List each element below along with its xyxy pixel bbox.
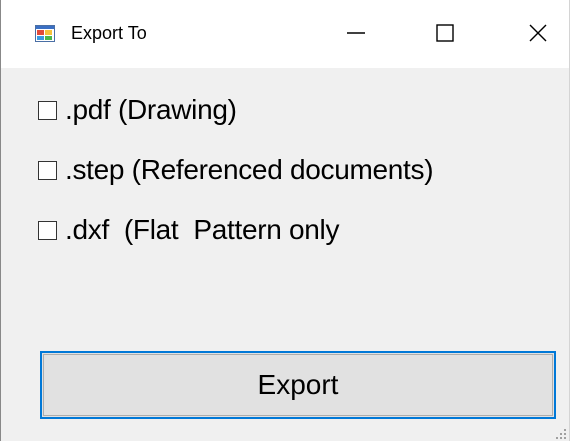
checkbox-dxf-box[interactable] xyxy=(38,220,57,240)
close-icon xyxy=(527,22,549,44)
checkbox-dxf-flat-pattern[interactable]: .dxf (Flat Pattern only xyxy=(38,212,339,248)
checkbox-step-label[interactable]: .step (Referenced documents) xyxy=(65,153,434,187)
checkbox-pdf-drawing[interactable]: .pdf (Drawing) xyxy=(38,92,237,128)
checkbox-dxf-label[interactable]: .dxf (Flat Pattern only xyxy=(65,213,339,247)
checkbox-pdf-label[interactable]: .pdf (Drawing) xyxy=(65,93,237,127)
window-title: Export To xyxy=(71,23,147,43)
minimize-icon xyxy=(345,22,367,44)
close-button[interactable] xyxy=(515,12,561,54)
export-button[interactable]: Export xyxy=(40,351,556,419)
resize-grip-icon[interactable] xyxy=(555,427,567,439)
minimize-button[interactable] xyxy=(333,12,379,54)
checkbox-step-referenced[interactable]: .step (Referenced documents) xyxy=(38,152,434,188)
export-to-window: Export To .pdf (Drawing) .step (Referenc… xyxy=(0,0,570,441)
maximize-icon xyxy=(434,22,456,44)
export-button-label: Export xyxy=(257,369,339,400)
checkbox-pdf-box[interactable] xyxy=(38,100,57,120)
dialog-client-area: .pdf (Drawing) .step (Referenced documen… xyxy=(1,68,569,441)
checkbox-step-box[interactable] xyxy=(38,160,57,180)
title-bar[interactable]: Export To xyxy=(1,0,569,68)
windows-form-icon xyxy=(35,25,55,42)
maximize-button[interactable] xyxy=(422,12,468,54)
